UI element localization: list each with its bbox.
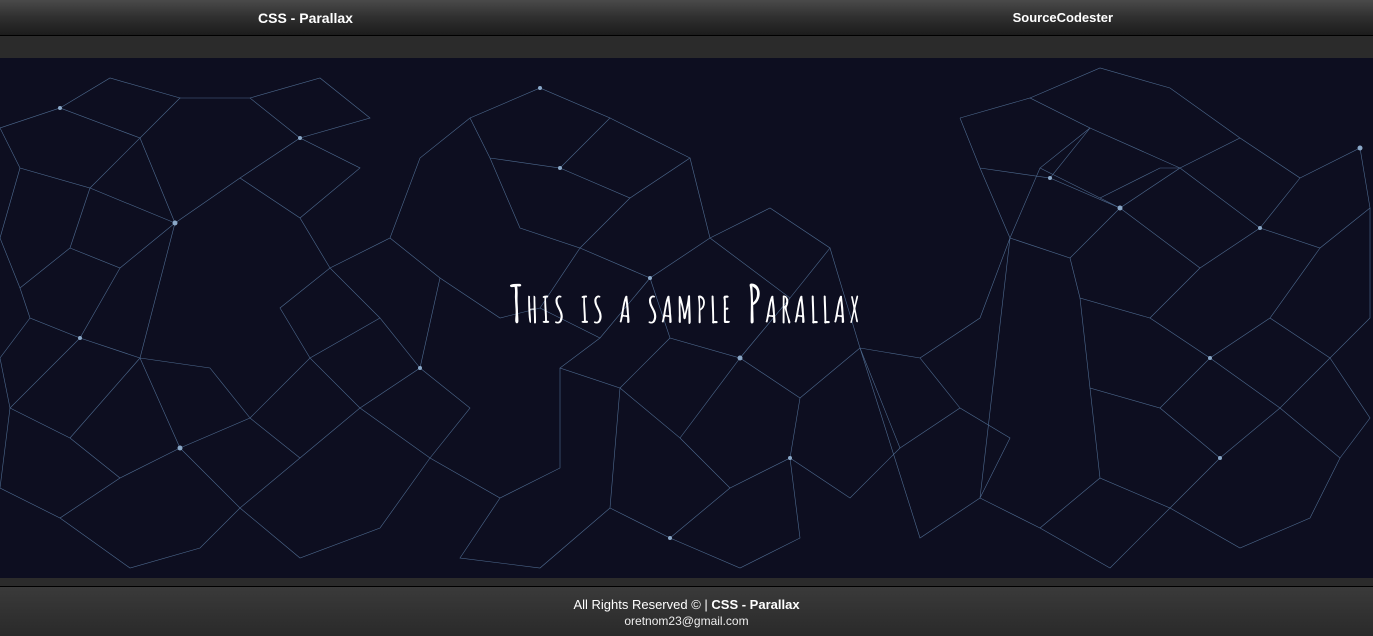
parallax-hero: This is a sample Parallax [0, 58, 1373, 578]
site-link[interactable]: SourceCodester [1013, 10, 1113, 25]
page-title: CSS - Parallax [258, 10, 353, 26]
footer-rights-name: CSS - Parallax [711, 597, 799, 612]
footer-rights: All Rights Reserved © | CSS - Parallax [0, 597, 1373, 612]
hero-headline: This is a sample Parallax [510, 270, 863, 336]
spacer-top [0, 36, 1373, 58]
spacer-bottom [0, 578, 1373, 586]
navbar: CSS - Parallax SourceCodester [0, 0, 1373, 36]
footer-email: oretnom23@gmail.com [0, 614, 1373, 628]
footer-rights-text: All Rights Reserved © | [573, 597, 711, 612]
footer: All Rights Reserved © | CSS - Parallax o… [0, 586, 1373, 636]
